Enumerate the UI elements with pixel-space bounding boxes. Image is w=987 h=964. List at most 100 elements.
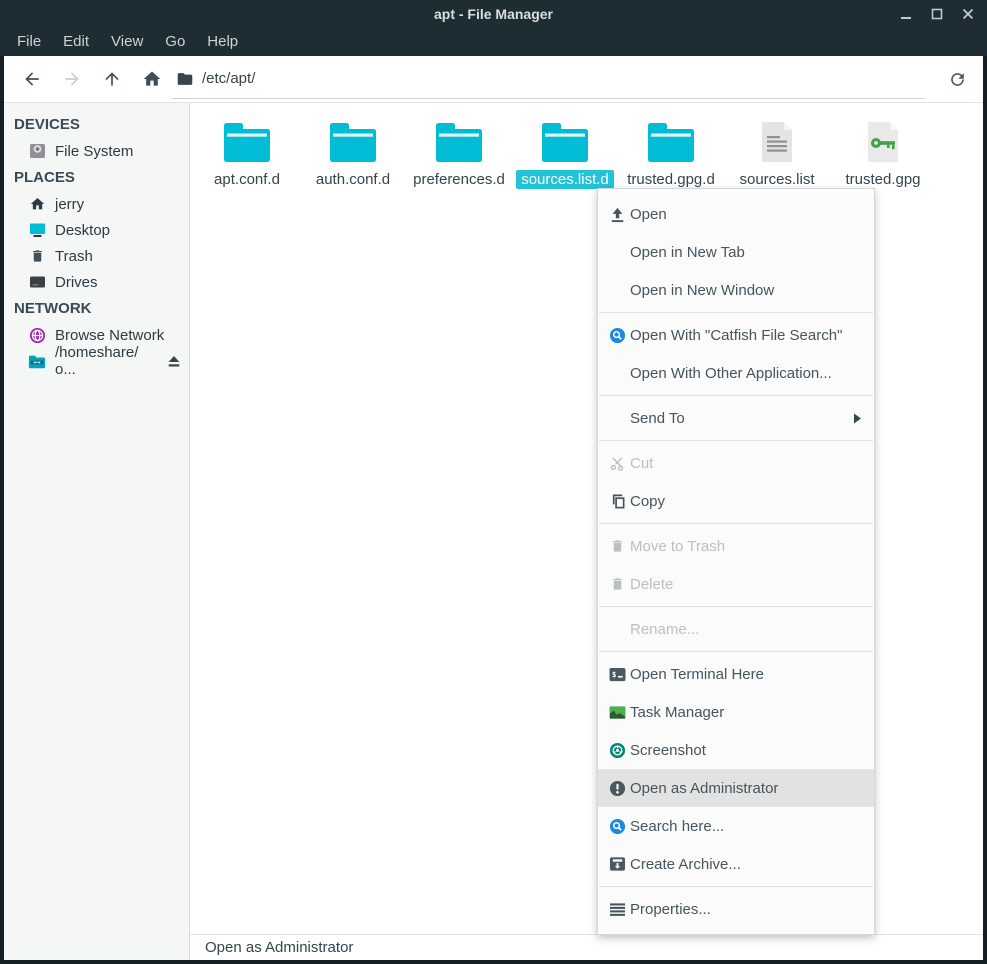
nav-buttons bbox=[4, 59, 172, 99]
file-manager-window: apt - File Manager FileEditViewGoHelp /e… bbox=[0, 0, 987, 964]
no-icon-spacer bbox=[609, 621, 626, 638]
menu-separator bbox=[599, 651, 873, 652]
reload-button[interactable] bbox=[939, 61, 975, 97]
svg-text:$: $ bbox=[612, 669, 617, 678]
menu-item-label: Properties... bbox=[630, 901, 711, 918]
menu-item-open-in-new-tab[interactable]: Open in New Tab bbox=[598, 233, 874, 271]
folder-icon bbox=[176, 71, 194, 87]
menu-item-open[interactable]: Open bbox=[598, 195, 874, 233]
menu-item-open-with-catfish-file-search[interactable]: Open With "Catfish File Search" bbox=[598, 316, 874, 354]
sidebar-item-jerry[interactable]: jerry bbox=[4, 191, 189, 217]
file-trusted-gpg[interactable]: trusted.gpg bbox=[830, 118, 936, 189]
network-share-icon bbox=[28, 353, 46, 369]
sidebar-item-drives[interactable]: Drives bbox=[4, 269, 189, 295]
menu-item-task-manager[interactable]: Task Manager bbox=[598, 693, 874, 731]
close-button[interactable] bbox=[961, 7, 975, 21]
home-button[interactable] bbox=[132, 59, 172, 99]
sidebar-item-label: Desktop bbox=[55, 222, 110, 239]
key-file-icon bbox=[864, 118, 902, 164]
menu-item-screenshot[interactable]: Screenshot bbox=[598, 731, 874, 769]
menu-item-open-with-other-application[interactable]: Open With Other Application... bbox=[598, 354, 874, 392]
home-icon bbox=[142, 69, 162, 89]
archive-icon bbox=[609, 856, 626, 873]
submenu-arrow-icon bbox=[853, 413, 862, 424]
close-icon bbox=[962, 8, 974, 20]
sidebar-item-homeshare-o[interactable]: /homeshare/ o... bbox=[4, 348, 189, 374]
no-icon-spacer bbox=[609, 244, 626, 261]
back-button[interactable] bbox=[12, 59, 52, 99]
menubar-item-help[interactable]: Help bbox=[196, 27, 249, 56]
menu-item-cut: Cut bbox=[598, 444, 874, 482]
sidebar-item-label: Drives bbox=[55, 274, 98, 291]
menu-item-label: Rename... bbox=[630, 621, 699, 638]
file-preferences-d[interactable]: preferences.d bbox=[406, 118, 512, 189]
search-icon bbox=[609, 818, 626, 835]
file-sources-list[interactable]: sources.list bbox=[724, 118, 830, 189]
menubar-item-edit[interactable]: Edit bbox=[52, 27, 100, 56]
menu-item-copy[interactable]: Copy bbox=[598, 482, 874, 520]
sidebar-item-trash[interactable]: Trash bbox=[4, 243, 189, 269]
filesystem-icon bbox=[28, 143, 46, 159]
menu-item-send-to[interactable]: Send To bbox=[598, 399, 874, 437]
catfish-search-icon bbox=[609, 327, 626, 344]
menu-separator bbox=[599, 886, 873, 887]
menu-item-create-archive[interactable]: Create Archive... bbox=[598, 845, 874, 883]
window-title: apt - File Manager bbox=[0, 6, 987, 22]
maximize-button[interactable] bbox=[930, 7, 944, 21]
text-file-icon bbox=[758, 118, 796, 164]
sidebar-item-desktop[interactable]: Desktop bbox=[4, 217, 189, 243]
menu-item-open-in-new-window[interactable]: Open in New Window bbox=[598, 271, 874, 309]
terminal-icon: $ bbox=[609, 666, 626, 683]
admin-icon bbox=[609, 780, 626, 797]
menu-item-open-terminal-here[interactable]: $Open Terminal Here bbox=[598, 655, 874, 693]
sidebar-item-label: Browse Network bbox=[55, 327, 164, 344]
file-apt-conf-d[interactable]: apt.conf.d bbox=[194, 118, 300, 189]
sidebar-item-label: jerry bbox=[55, 196, 84, 213]
menubar-item-view[interactable]: View bbox=[100, 27, 154, 56]
menu-item-label: Cut bbox=[630, 455, 653, 472]
path-text[interactable]: /etc/apt/ bbox=[202, 70, 255, 87]
menu-item-label: Search here... bbox=[630, 818, 724, 835]
forward-icon bbox=[62, 69, 82, 89]
file-label: sources.list bbox=[734, 170, 819, 189]
menu-item-label: Open in New Tab bbox=[630, 244, 745, 261]
pathbar[interactable]: /etc/apt/ bbox=[172, 60, 925, 99]
no-icon-spacer bbox=[609, 365, 626, 382]
trash-icon bbox=[28, 248, 46, 264]
up-button[interactable] bbox=[92, 59, 132, 99]
cut-icon bbox=[609, 455, 626, 472]
file-auth-conf-d[interactable]: auth.conf.d bbox=[300, 118, 406, 189]
desktop-icon bbox=[28, 222, 46, 238]
folder-icon bbox=[328, 118, 378, 164]
statusbar: Open as Administrator bbox=[190, 934, 983, 960]
sidebar-header-devices: DEVICES bbox=[4, 111, 189, 138]
file-sources-list-d[interactable]: sources.list.d bbox=[512, 118, 618, 189]
menu-item-search-here[interactable]: Search here... bbox=[598, 807, 874, 845]
folder-icon bbox=[646, 118, 696, 164]
minimize-button[interactable] bbox=[899, 7, 913, 21]
forward-button[interactable] bbox=[52, 59, 92, 99]
file-grid: apt.conf.dauth.conf.dpreferences.dsource… bbox=[190, 103, 983, 189]
file-label: apt.conf.d bbox=[209, 170, 285, 189]
sidebar-item-file-system[interactable]: File System bbox=[4, 138, 189, 164]
menu-item-label: Copy bbox=[630, 493, 665, 510]
menu-separator bbox=[599, 440, 873, 441]
menu-item-label: Move to Trash bbox=[630, 538, 725, 555]
file-label: trusted.gpg bbox=[840, 170, 925, 189]
no-icon-spacer bbox=[609, 282, 626, 299]
file-trusted-gpg-d[interactable]: trusted.gpg.d bbox=[618, 118, 724, 189]
screenshot-icon bbox=[609, 742, 626, 759]
minimize-icon bbox=[900, 8, 912, 20]
menu-item-properties[interactable]: Properties... bbox=[598, 890, 874, 928]
menu-item-open-as-administrator[interactable]: Open as Administrator bbox=[598, 769, 874, 807]
menubar-item-go[interactable]: Go bbox=[154, 27, 196, 56]
drives-icon bbox=[28, 274, 46, 290]
menu-item-label: Open With "Catfish File Search" bbox=[630, 327, 842, 344]
menu-item-delete: Delete bbox=[598, 565, 874, 603]
eject-button[interactable] bbox=[167, 355, 181, 368]
menubar-item-file[interactable]: File bbox=[6, 27, 52, 56]
menu-item-rename: Rename... bbox=[598, 610, 874, 648]
sidebar-item-label: /homeshare/ o... bbox=[55, 344, 158, 378]
reload-icon bbox=[948, 70, 967, 89]
menu-item-label: Open in New Window bbox=[630, 282, 774, 299]
